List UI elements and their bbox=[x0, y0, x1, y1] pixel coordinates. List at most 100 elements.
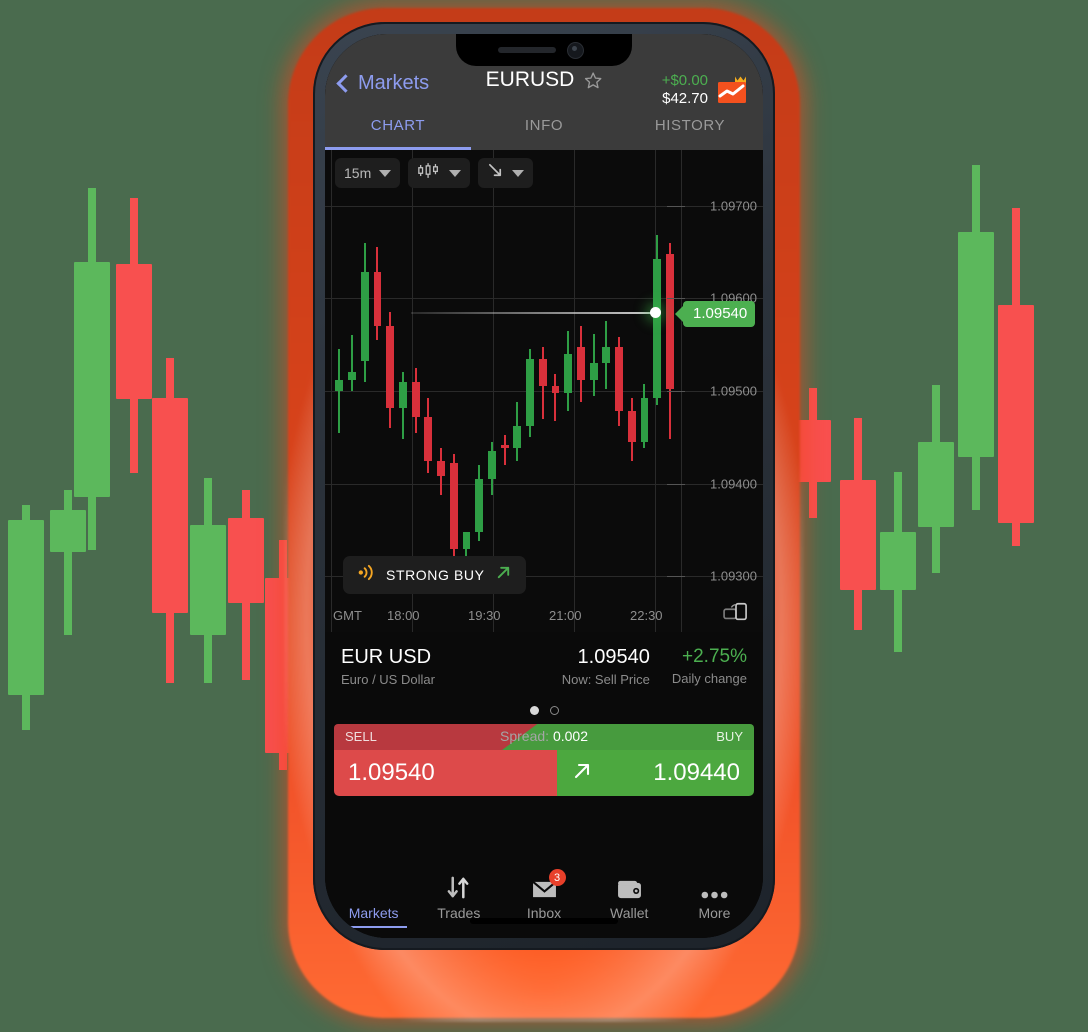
carousel-pagination[interactable] bbox=[325, 706, 763, 724]
candlestick bbox=[564, 150, 573, 632]
spread-value: 0.002 bbox=[552, 728, 588, 744]
signal-badge[interactable]: STRONG BUY bbox=[343, 556, 526, 594]
buy-button[interactable]: 1.09440 bbox=[556, 750, 754, 796]
instrument-price-caption: Now: Sell Price bbox=[561, 672, 650, 687]
tab-info[interactable]: INFO bbox=[471, 108, 617, 150]
buy-price: 1.09440 bbox=[653, 759, 740, 786]
background-candle bbox=[880, 0, 916, 1032]
instrument-name: EUR USD bbox=[341, 646, 432, 668]
background-candle bbox=[998, 0, 1034, 1032]
account-values: +$0.00 $42.70 bbox=[662, 72, 708, 107]
candlestick bbox=[335, 150, 344, 632]
nav-item-trades[interactable]: Trades bbox=[416, 872, 501, 938]
nav-item-label: More bbox=[698, 905, 731, 921]
background-candle bbox=[152, 0, 188, 1032]
front-camera bbox=[568, 43, 583, 58]
diagonal-arrow-icon bbox=[487, 162, 504, 184]
background-candle bbox=[8, 0, 44, 1032]
price-axis-label: 1.09700 bbox=[710, 198, 757, 214]
ellipsis-icon bbox=[700, 872, 729, 900]
instrument-description: Euro / US Dollar bbox=[341, 672, 435, 687]
candlestick bbox=[538, 150, 547, 632]
background-candle bbox=[190, 0, 226, 1032]
instrument-change-caption: Daily change bbox=[671, 671, 747, 686]
current-price-tag: 1.09540 bbox=[683, 301, 756, 327]
arrows-updown-icon bbox=[445, 872, 472, 900]
instrument-price: 1.09540 bbox=[577, 646, 650, 668]
chart-toolbar: 15m bbox=[335, 158, 534, 188]
time-axis-label: 19:30 bbox=[468, 608, 501, 623]
candlestick bbox=[526, 150, 534, 632]
chevron-down-icon bbox=[512, 169, 525, 177]
timeframe-dropdown[interactable]: 15m bbox=[335, 158, 401, 188]
background-candle bbox=[918, 0, 954, 1032]
star-outline-icon[interactable] bbox=[583, 71, 602, 90]
phone-screen: Markets EURUSD +$0.00 $42.70 CHART INFO … bbox=[325, 34, 763, 938]
candlestick bbox=[589, 150, 598, 632]
nav-item-more[interactable]: More bbox=[672, 872, 757, 938]
background-candle bbox=[116, 0, 152, 1032]
bottom-navigation: Markets Trades 3 Inbox Wallet More bbox=[325, 864, 763, 938]
pagination-dot[interactable] bbox=[549, 706, 559, 715]
wallet-icon bbox=[616, 872, 643, 900]
timeframe-value: 15m bbox=[344, 165, 372, 181]
nav-item-markets[interactable]: Markets bbox=[331, 872, 416, 938]
sell-label: SELL bbox=[345, 729, 377, 744]
chart-crown-icon bbox=[715, 75, 749, 105]
time-axis-label: GMT bbox=[333, 608, 362, 623]
price-axis-label: 1.09500 bbox=[710, 383, 757, 399]
time-axis-label: 22:30 bbox=[630, 608, 663, 623]
time-axis-label: 21:00 bbox=[549, 608, 582, 623]
background-candle bbox=[228, 0, 264, 1032]
chevron-down-icon bbox=[379, 169, 392, 177]
price-axis-tick bbox=[667, 483, 685, 485]
signal-wave-icon bbox=[357, 564, 376, 586]
tab-chart[interactable]: CHART bbox=[325, 108, 471, 150]
instrument-change: +2.75% bbox=[682, 646, 747, 667]
time-axis-label: 18:00 bbox=[387, 608, 420, 623]
background-candle bbox=[74, 0, 110, 1032]
symbol-title-group: EURUSD bbox=[486, 68, 603, 92]
background-candle bbox=[958, 0, 994, 1032]
current-price-line bbox=[411, 312, 655, 314]
instrument-change-group: +2.75% Daily change bbox=[672, 646, 747, 686]
trade-panel-header: SELL BUY Spread: 0.002 bbox=[334, 724, 754, 750]
instrument-name-group: EUR USD Euro / US Dollar bbox=[341, 646, 435, 687]
arrow-up-right-icon bbox=[495, 564, 512, 586]
phone-body: Markets EURUSD +$0.00 $42.70 CHART INFO … bbox=[313, 22, 775, 950]
account-balance: $42.70 bbox=[662, 89, 708, 107]
candlestick-icon bbox=[417, 162, 441, 184]
chevron-down-icon bbox=[449, 169, 462, 177]
sell-button[interactable]: 1.09540 bbox=[334, 750, 557, 796]
back-to-markets-button[interactable]: Markets bbox=[336, 72, 430, 95]
account-summary[interactable]: +$0.00 $42.70 bbox=[662, 72, 749, 107]
unread-badge: 3 bbox=[548, 869, 566, 886]
nav-item-wallet[interactable]: Wallet bbox=[587, 872, 672, 938]
spread-info: Spread: 0.002 bbox=[500, 728, 588, 744]
chart-panel[interactable]: 1.09700 1.09600 1.09500 1.09400 1.09300 1.09… bbox=[325, 150, 763, 632]
nav-item-inbox[interactable]: 3 Inbox bbox=[501, 869, 586, 938]
price-axis-tick bbox=[667, 205, 685, 207]
arrow-up-right-icon bbox=[571, 760, 593, 787]
instrument-info[interactable]: EUR USD Euro / US Dollar 1.09540 Now: Se… bbox=[325, 632, 763, 706]
phone-mockup: Markets EURUSD +$0.00 $42.70 CHART INFO … bbox=[284, 4, 804, 1026]
drawing-tool-dropdown[interactable] bbox=[478, 158, 534, 188]
envelope-icon: 3 bbox=[531, 869, 566, 900]
candlestick bbox=[576, 150, 585, 632]
candlestick bbox=[615, 150, 623, 632]
back-label: Markets bbox=[358, 72, 430, 94]
candlestick bbox=[653, 150, 662, 632]
buy-label: BUY bbox=[716, 729, 743, 744]
markets-icon bbox=[361, 872, 386, 900]
chart-type-dropdown[interactable] bbox=[408, 158, 471, 188]
instrument-price-group: 1.09540 Now: Sell Price bbox=[562, 646, 650, 687]
candlestick bbox=[602, 150, 611, 632]
tab-history[interactable]: HISTORY bbox=[617, 108, 763, 150]
page-title: EURUSD bbox=[485, 68, 575, 91]
time-axis: GMT 18:00 19:30 21:00 22:30 bbox=[325, 608, 763, 628]
account-pl: +$0.00 bbox=[661, 72, 708, 89]
pagination-dot[interactable] bbox=[529, 706, 539, 715]
trade-panel: SELL BUY Spread: 0.002 1.09540 1.09440 bbox=[334, 724, 754, 796]
rotate-device-icon[interactable] bbox=[723, 601, 749, 628]
current-price-dot bbox=[650, 307, 661, 318]
